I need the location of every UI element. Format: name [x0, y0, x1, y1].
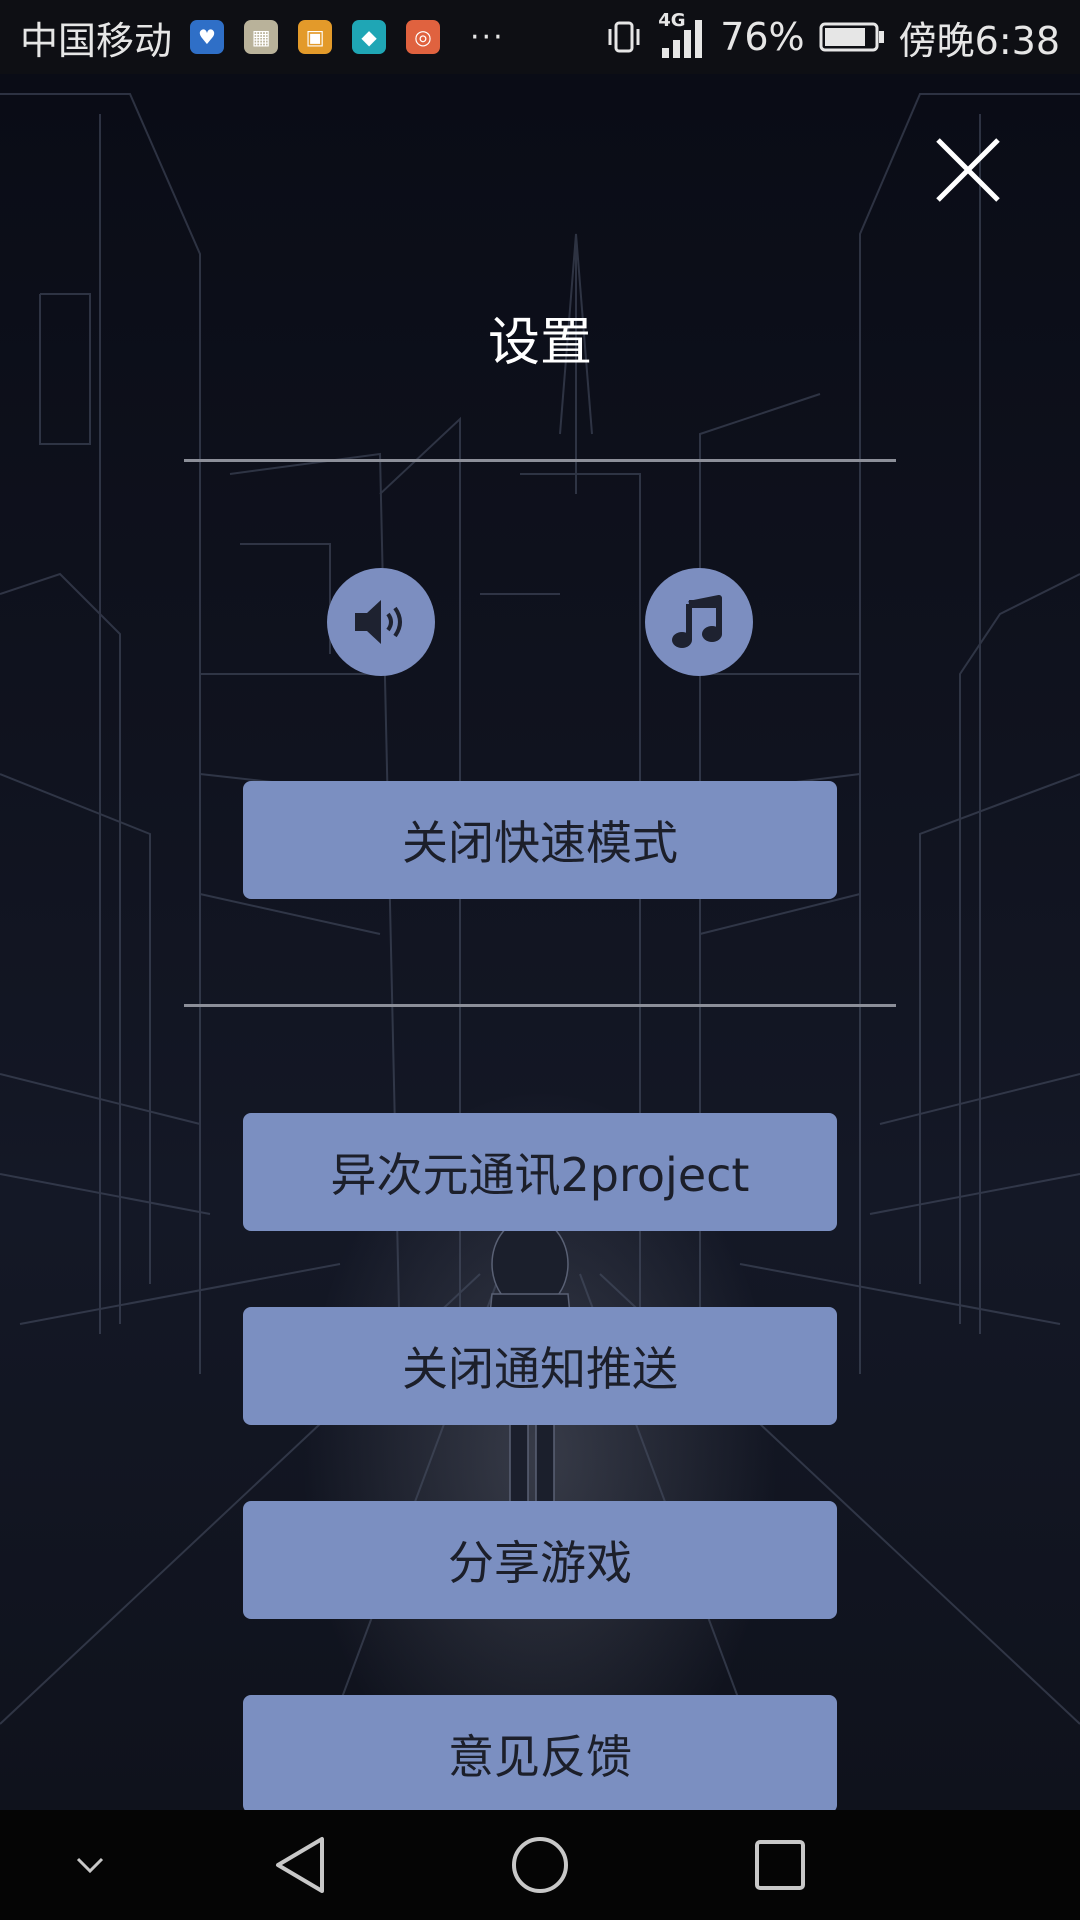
carrier-label: 中国移动	[20, 18, 173, 63]
clock: 傍晚6:38	[898, 18, 1060, 63]
gallery-app-icon: ▦	[244, 20, 279, 54]
cellular-signal: 4G	[658, 10, 706, 60]
status-bar-right: 4G 76% 傍晚6:38	[590, 10, 1060, 65]
share-game-button[interactable]: 分享游戏	[243, 1501, 837, 1619]
back-button[interactable]	[262, 1810, 338, 1920]
lock-app-icon: ▣	[298, 20, 333, 54]
project-label: 异次元通讯2project	[330, 1148, 750, 1202]
share-game-label: 分享游戏	[448, 1536, 632, 1590]
page-title: 设置	[487, 313, 592, 373]
home-button[interactable]	[502, 1810, 578, 1920]
sound-toggle-button[interactable]	[327, 568, 435, 676]
music-note-icon	[672, 595, 722, 648]
home-icon	[512, 1837, 568, 1893]
game-settings-screen: 中国移动 ♥ ▦ ▣ ◆ ◎ ··· 4G 76% 傍晚6:38 设置 关闭快速…	[0, 0, 1080, 1920]
feedback-button[interactable]: 意见反馈	[243, 1695, 837, 1813]
signal-icon	[662, 20, 703, 58]
recents-icon	[755, 1840, 805, 1890]
status-bar: 中国移动 ♥ ▦ ▣ ◆ ◎ ··· 4G 76% 傍晚6:38	[0, 0, 1080, 74]
more-notifications-label: ···	[470, 19, 505, 55]
status-bar-left: 中国移动 ♥ ▦ ▣ ◆ ◎ ···	[20, 10, 505, 65]
vibrate-icon	[608, 21, 640, 53]
navigation-bar	[0, 1810, 1080, 1920]
speaker-icon	[355, 600, 402, 644]
hide-navbar-button[interactable]	[60, 1810, 120, 1920]
fast-mode-label: 关闭快速模式	[402, 816, 678, 870]
push-notification-label: 关闭通知推送	[402, 1342, 678, 1396]
close-button[interactable]	[932, 134, 1004, 206]
divider-middle	[184, 1004, 896, 1007]
battery-icon	[819, 22, 884, 52]
project-button[interactable]: 异次元通讯2project	[243, 1113, 837, 1231]
health-app-icon: ♥	[190, 20, 225, 54]
back-icon	[276, 1837, 324, 1893]
feedback-label: 意见反馈	[448, 1730, 632, 1784]
fast-mode-toggle-button[interactable]: 关闭快速模式	[243, 781, 837, 899]
recents-button[interactable]	[742, 1810, 818, 1920]
shield-app-icon: ◆	[352, 20, 387, 54]
chevron-down-icon	[76, 1857, 104, 1874]
speedometer-app-icon: ◎	[406, 20, 441, 54]
music-toggle-button[interactable]	[645, 568, 753, 676]
push-notification-toggle-button[interactable]: 关闭通知推送	[243, 1307, 837, 1425]
divider-top	[184, 459, 896, 462]
battery-percent: 76%	[720, 15, 805, 59]
